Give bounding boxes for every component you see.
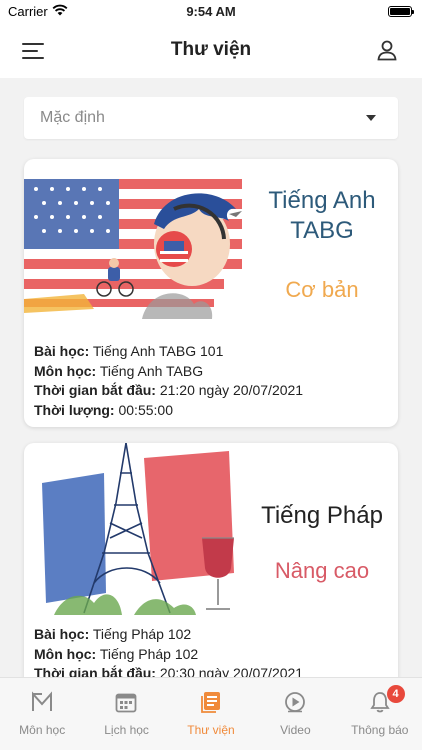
course-info: Bài học: Tiếng Anh TABG 101 Môn học: Tiế… — [34, 342, 303, 420]
subject-row: Môn học: Tiếng Pháp 102 — [34, 645, 303, 665]
subject-label: Môn học: — [34, 362, 97, 379]
course-title-line1: Tiếng Anh — [268, 187, 376, 214]
chevron-down-icon — [366, 115, 376, 121]
subject-row: Môn học: Tiếng Anh TABG — [34, 362, 303, 382]
subject-label: Môn học: — [34, 645, 97, 662]
video-icon — [285, 692, 306, 713]
course-title-line2: TABG — [290, 217, 354, 244]
lesson-label: Bài học: — [34, 343, 90, 359]
course-level: Cơ bản — [285, 277, 359, 302]
menu-icon[interactable] — [22, 41, 46, 61]
page-title: Thư viện — [170, 39, 252, 60]
course-illustration-english — [24, 179, 242, 319]
library-icon — [200, 692, 220, 713]
lesson-value: Tiếng Anh TABG 101 — [92, 343, 224, 359]
status-bar: Carrier 9:54 AM — [0, 0, 422, 24]
tab-video[interactable]: Video — [253, 678, 337, 750]
lesson-value: Tiếng Pháp 102 — [92, 626, 192, 642]
duration-label: Thời lượng: — [34, 401, 115, 418]
subject-value: Tiếng Pháp 102 — [99, 645, 199, 662]
sort-filter-value: Mặc định — [40, 109, 105, 126]
notification-badge: 4 — [386, 685, 405, 703]
course-info: Bài học: Tiếng Pháp 102 Môn học: Tiếng P… — [34, 625, 303, 684]
course-illustration-french — [42, 443, 234, 615]
clock: 9:54 AM — [186, 4, 236, 19]
start-time-value: 21:20 ngày 20/07/2021 — [159, 382, 304, 398]
course-title: Tiếng Pháp — [246, 501, 398, 531]
tab-label: Thư viện — [187, 723, 235, 737]
tab-label: Lịch học — [104, 723, 149, 737]
calendar-icon — [115, 693, 137, 713]
lesson-row: Bài học: Tiếng Anh TABG 101 — [34, 342, 303, 362]
tab-label: Thông báo — [351, 723, 409, 737]
course-title-line1: Tiếng Pháp — [261, 502, 383, 529]
tab-notifications[interactable]: 4 Thông báo — [338, 678, 422, 750]
tab-schedule[interactable]: Lịch học — [84, 678, 168, 750]
start-time-row: Thời gian bắt đầu: 21:20 ngày 20/07/2021 — [34, 381, 303, 401]
tab-label: Môn học — [19, 723, 66, 737]
subject-icon — [32, 691, 52, 711]
duration-row: Thời lượng: 00:55:00 — [34, 401, 303, 421]
course-card[interactable]: Tiếng Anh TABG Cơ bản Bài học: Tiếng Anh… — [24, 159, 398, 427]
tab-label: Video — [280, 723, 311, 737]
app-header: Thư viện — [0, 24, 422, 78]
start-time-label: Thời gian bắt đầu: — [34, 382, 156, 398]
bottom-tab-bar: Môn học Lịch học Thư viện Video 4 Thông … — [0, 677, 422, 750]
duration-value: 00:55:00 — [118, 401, 173, 418]
course-level: Nâng cao — [274, 558, 370, 583]
user-profile-icon[interactable] — [376, 39, 398, 61]
tab-subjects[interactable]: Môn học — [0, 678, 84, 750]
sort-filter-dropdown[interactable]: Mặc định — [24, 97, 398, 139]
tab-library[interactable]: Thư viện — [169, 678, 253, 750]
lesson-row: Bài học: Tiếng Pháp 102 — [34, 625, 303, 645]
subject-value: Tiếng Anh TABG — [99, 362, 204, 379]
lesson-label: Bài học: — [34, 626, 90, 642]
battery-icon — [388, 6, 414, 17]
course-title: Tiếng Anh TABG — [246, 186, 398, 246]
